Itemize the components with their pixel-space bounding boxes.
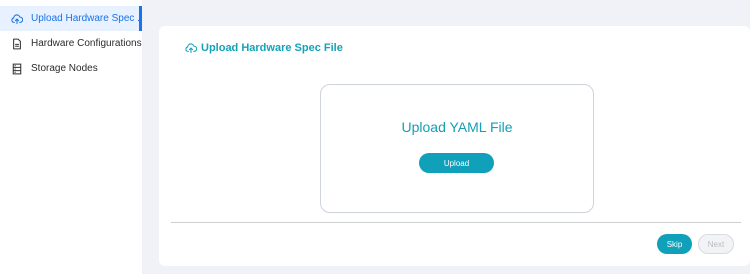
- sidebar-item-storage-nodes[interactable]: Storage Nodes: [0, 56, 142, 81]
- upload-cloud-icon: [11, 13, 23, 25]
- card-title-text: Upload Hardware Spec File: [201, 42, 343, 54]
- server-icon: [11, 63, 23, 75]
- divider: [171, 222, 741, 223]
- skip-button[interactable]: Skip: [657, 234, 692, 254]
- sidebar-item-label: Upload Hardware Spec ...: [31, 13, 146, 24]
- upload-cloud-icon: [185, 42, 197, 54]
- upload-card: Upload Hardware Spec File Upload YAML Fi…: [159, 26, 750, 266]
- sidebar-item-hardware-configurations[interactable]: Hardware Configurations: [0, 31, 142, 56]
- sidebar-item-upload-hardware-spec[interactable]: Upload Hardware Spec ...: [0, 6, 146, 31]
- upload-dropzone[interactable]: Upload YAML File Upload: [320, 84, 594, 213]
- sidebar: Upload Hardware Spec ... Hardware Config…: [0, 0, 146, 274]
- main-content: Upload Hardware Spec File Upload YAML Fi…: [142, 0, 750, 274]
- next-button[interactable]: Next: [698, 234, 734, 254]
- sidebar-item-label: Hardware Configurations: [31, 38, 142, 49]
- upload-button[interactable]: Upload: [419, 153, 494, 173]
- card-title: Upload Hardware Spec File: [185, 42, 343, 54]
- document-icon: [11, 38, 23, 50]
- sidebar-item-label: Storage Nodes: [31, 63, 98, 74]
- upload-heading: Upload YAML File: [401, 119, 513, 135]
